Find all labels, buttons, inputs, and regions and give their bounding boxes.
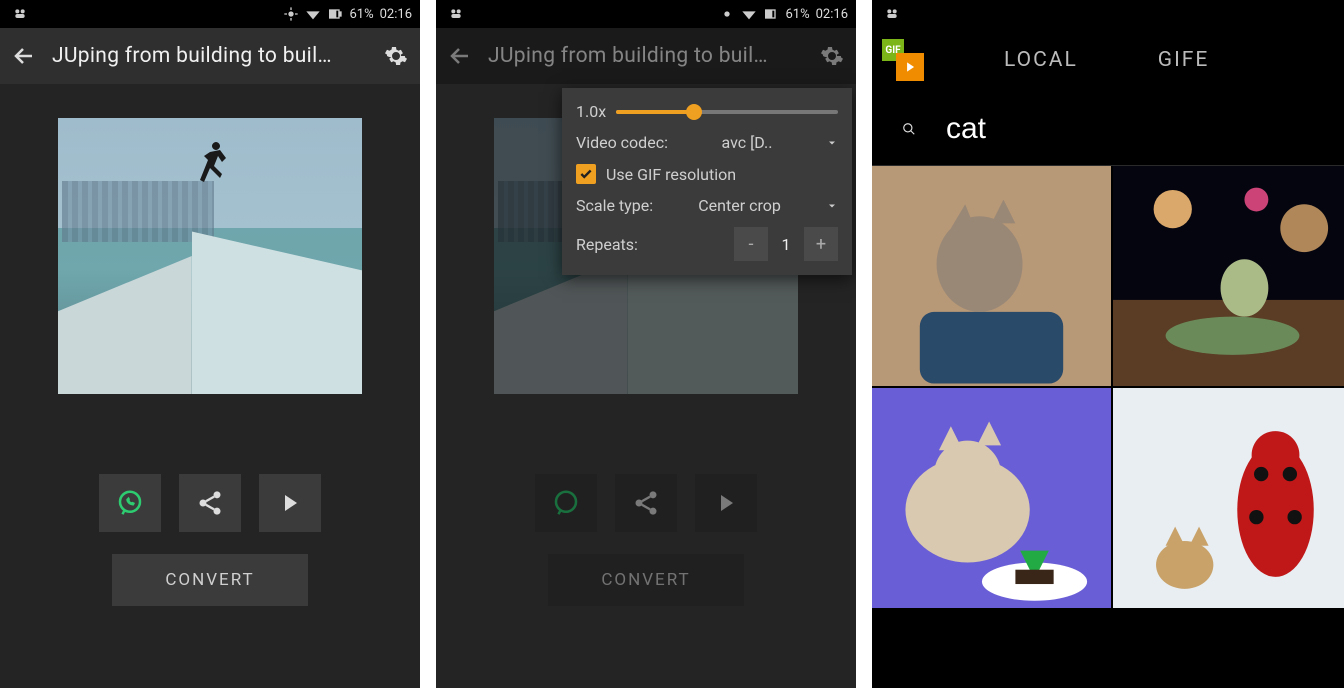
- status-bar: [872, 0, 1344, 28]
- os-logo-icon: [448, 6, 464, 22]
- repeats-value: 1: [768, 235, 804, 254]
- tab-bar: GIF LOCAL GIFE: [872, 28, 1344, 92]
- battery-text: 61%: [785, 7, 809, 22]
- whatsapp-button[interactable]: [535, 474, 597, 532]
- gif-res-label: Use GIF resolution: [606, 165, 736, 184]
- gear-icon: [384, 44, 408, 68]
- tab-local[interactable]: LOCAL: [964, 48, 1118, 72]
- speed-label: 1.0x: [576, 102, 606, 121]
- speed-slider[interactable]: [616, 110, 838, 114]
- app-logo[interactable]: GIF: [882, 39, 924, 81]
- status-bar: 61% 02:16: [436, 0, 856, 28]
- play-button[interactable]: [259, 474, 321, 532]
- whatsapp-icon: [115, 488, 145, 518]
- screenshot-1: 61% 02:16 JUping from building to buil…: [0, 0, 420, 688]
- convert-button[interactable]: CONVERT: [548, 554, 744, 606]
- scale-row[interactable]: Scale type: Center crop: [576, 196, 838, 215]
- whatsapp-button[interactable]: [99, 474, 161, 532]
- share-button[interactable]: [179, 474, 241, 532]
- gif-res-checkbox[interactable]: [576, 164, 596, 184]
- result-cell[interactable]: [872, 388, 1111, 608]
- os-logo-icon: [884, 6, 900, 22]
- gear-icon: [820, 44, 844, 68]
- play-icon: [714, 491, 738, 515]
- search-input[interactable]: [946, 112, 1332, 146]
- settings-button[interactable]: [382, 42, 410, 70]
- repeats-increment[interactable]: +: [804, 227, 838, 261]
- page-title: JUping from building to buil…: [488, 44, 804, 68]
- clock-text: 02:16: [380, 7, 412, 22]
- wifi-icon: [305, 6, 321, 22]
- clock-text: 02:16: [816, 7, 848, 22]
- play-badge-icon: [896, 53, 924, 81]
- share-icon: [196, 489, 224, 517]
- search-icon[interactable]: [902, 114, 916, 144]
- convert-button[interactable]: CONVERT: [112, 554, 308, 606]
- battery-text: 61%: [349, 7, 373, 22]
- play-button[interactable]: [695, 474, 757, 532]
- chevron-down-icon: [826, 200, 838, 212]
- share-icon: [632, 489, 660, 517]
- arrow-left-icon: [12, 44, 36, 68]
- play-icon: [278, 491, 302, 515]
- repeats-stepper: - 1 +: [734, 227, 838, 261]
- codec-value: avc [D..: [721, 133, 772, 152]
- result-cell[interactable]: [1113, 166, 1344, 386]
- signal-icon: [283, 6, 299, 22]
- cat-thumbnail-icon: [1113, 388, 1344, 608]
- wifi-icon: [741, 6, 757, 22]
- cat-thumbnail-icon: [1113, 166, 1344, 386]
- screenshot-3: GIF LOCAL GIFE: [872, 0, 1344, 688]
- gif-preview[interactable]: [58, 118, 362, 394]
- status-bar: 61% 02:16: [0, 0, 420, 28]
- result-cell[interactable]: [1113, 388, 1344, 608]
- battery-icon: [327, 6, 343, 22]
- whatsapp-icon: [551, 488, 581, 518]
- search-row: [872, 92, 1344, 166]
- cat-thumbnail-icon: [872, 166, 1111, 386]
- cat-thumbnail-icon: [872, 388, 1111, 608]
- repeats-row: Repeats: - 1 +: [576, 227, 838, 261]
- scale-value: Center crop: [698, 196, 781, 215]
- toolbar: JUping from building to buil…: [436, 28, 856, 84]
- chevron-down-icon: [826, 137, 838, 149]
- battery-icon: [763, 6, 779, 22]
- settings-button[interactable]: [818, 42, 846, 70]
- codec-row[interactable]: Video codec: avc [D..: [576, 133, 838, 152]
- share-button[interactable]: [615, 474, 677, 532]
- tab-gifer[interactable]: GIFE: [1118, 48, 1210, 72]
- screenshot-2: 61% 02:16 JUping from building to buil… …: [436, 0, 856, 688]
- settings-popover: 1.0x Video codec: avc [D.. Use GIF resol…: [562, 88, 852, 275]
- back-button[interactable]: [10, 42, 38, 70]
- page-title: JUping from building to buil…: [52, 44, 368, 68]
- action-row: [0, 474, 420, 532]
- content-area: CONVERT: [0, 84, 420, 688]
- os-logo-icon: [12, 6, 28, 22]
- check-icon: [579, 167, 593, 181]
- gif-res-row[interactable]: Use GIF resolution: [576, 164, 838, 184]
- runner-silhouette-icon: [198, 140, 232, 194]
- arrow-left-icon: [448, 44, 472, 68]
- content-area: CONVERT 1.0x Video codec: avc [D.. Use G…: [436, 84, 856, 688]
- repeats-label: Repeats:: [576, 235, 638, 254]
- speed-row: 1.0x: [576, 102, 838, 121]
- repeats-decrement[interactable]: -: [734, 227, 768, 261]
- codec-label: Video codec:: [576, 133, 668, 152]
- toolbar: JUping from building to buil…: [0, 28, 420, 84]
- back-button[interactable]: [446, 42, 474, 70]
- result-cell[interactable]: [872, 166, 1111, 386]
- scale-label: Scale type:: [576, 196, 653, 215]
- signal-icon: [719, 6, 735, 22]
- action-row: [436, 474, 856, 532]
- results-grid: [872, 166, 1344, 608]
